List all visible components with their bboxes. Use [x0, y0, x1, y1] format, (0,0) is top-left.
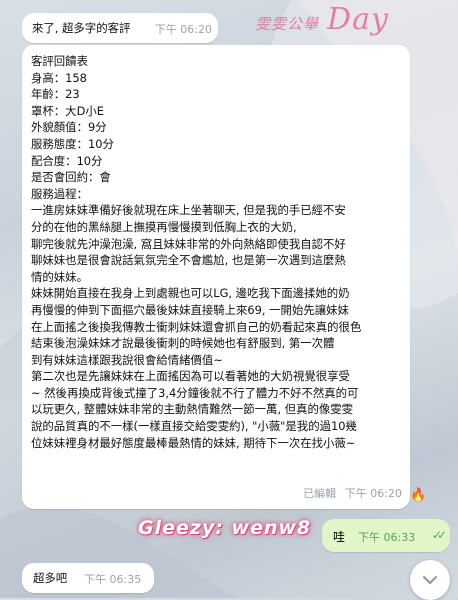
scroll-to-bottom-button[interactable]: [410, 560, 450, 600]
message-line: 配合度：10分: [31, 153, 103, 168]
message-line: ~ 然後再換成背後式撞了3,4分鐘後就不行了體力不好不然真的可: [31, 385, 359, 400]
fire-reaction-icon[interactable]: 🔥: [410, 488, 426, 503]
incoming-message[interactable]: 來了, 超多字的客評 下午 06:20: [22, 13, 218, 43]
watermark-logo: 雯雯公舉 Day: [255, 2, 389, 37]
message-line: 結束後泡澡妹妹才說最後衝刺的時候她也有舒服到, 第一次體: [31, 336, 335, 351]
message-time: 下午 06:33: [358, 531, 416, 544]
message-line: 第二次也是先讓妹妹在上面搖因為可以看著她的大奶視覺很享受: [31, 369, 350, 384]
message-line: 在上面搖之後換我傳教士衝刺妹妹還會抓自己的奶看起來真的很色: [31, 319, 362, 334]
message-line: 服務過程：: [31, 186, 88, 201]
chevron-down-icon: [423, 576, 437, 584]
message-time: 下午 06:35: [84, 573, 142, 586]
double-check-icon: ✓✓: [431, 528, 447, 542]
message-line: 年齡：23: [31, 87, 80, 102]
message-text: 超多吧: [33, 571, 68, 585]
message-line: 到有妹妹這樣跟我說很會給情緒價值~: [31, 352, 223, 367]
message-meta: 已編輯 下午 06:20: [303, 485, 402, 503]
message-line: 聊完後就先沖澡泡澡, 窩且妹妹非常的外向熱絡即使我自認不好: [31, 236, 346, 251]
message-line: 服務態度：10分: [31, 136, 114, 151]
message-line: 以玩更久, 整體妹妹非常的主動熱情難然一節一萬, 但真的像雯雯: [31, 402, 354, 417]
message-line: 說的品質真的不一樣(一樣直接交給雯雯約), "小薇"是我的過10幾: [31, 419, 357, 434]
message-time: 下午 06:20: [154, 23, 212, 36]
message-line: 罩杯：大D小E: [31, 103, 104, 118]
message-time: 下午 06:20: [344, 487, 402, 501]
incoming-message-long[interactable]: 客評回饋表 身高：158 年齡：23 罩杯：大D小E 外貌顏值：9分 服務態度：…: [22, 45, 410, 509]
message-text: 哇: [333, 530, 346, 544]
message-line: 分的在他的黑絲腿上撫摸再慢慢摸到低胸上衣的大奶,: [31, 219, 297, 234]
incoming-message[interactable]: 超多吧 下午 06:35: [22, 563, 154, 593]
message-line: 再慢慢的伸到下面摳穴最後妹妹直接騎上來69, 一開始先讓妹妹: [31, 302, 349, 317]
message-line: 聊妹妹也是很會說話氣氛完全不會尷尬, 也是第一次遇到這麼熱: [31, 253, 346, 268]
signature-watermark: Gleezy: wenw8: [138, 517, 312, 539]
outgoing-message[interactable]: 哇 下午 06:33 ✓✓: [322, 519, 450, 552]
message-line: 位妹妹裡身材最好態度最棒最熱情的妹妹, 期待下一次在找小薇~: [31, 435, 356, 450]
message-line: 是否會回約：會: [31, 170, 111, 185]
message-line: 客評回饋表: [31, 54, 88, 68]
message-body: 客評回饋表 身高：158 年齡：23 罩杯：大D小E 外貌顏值：9分 服務態度：…: [31, 53, 401, 451]
edited-label: 已編輯: [303, 487, 337, 501]
message-line: 情的妹妹。: [31, 269, 88, 284]
message-line: 一進房妹妹準備好後就現在床上坐著聊天, 但是我的手已經不安: [31, 203, 346, 218]
message-line: 外貌顏值：9分: [31, 120, 107, 135]
message-text: 來了, 超多字的客評: [32, 21, 131, 35]
message-line: 妹妹開始直接在我身上到處親也可以LG, 邊吃我下面邊揉她的奶: [31, 286, 350, 301]
message-line: 身高：158: [31, 70, 87, 85]
